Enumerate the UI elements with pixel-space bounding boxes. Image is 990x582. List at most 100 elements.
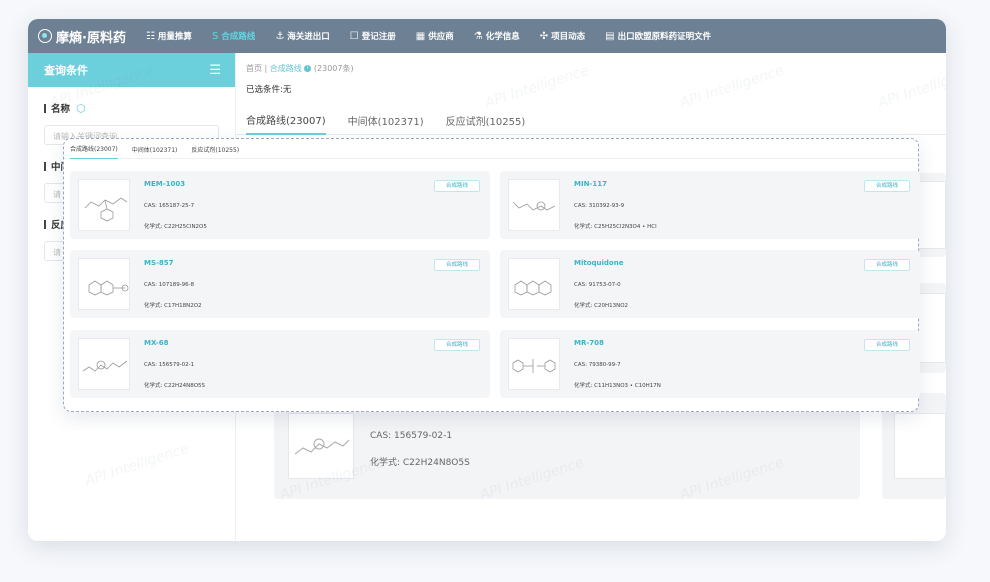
nav-label: 登记注册 xyxy=(361,32,396,42)
label-bar xyxy=(44,219,46,229)
result-count: (23007条) xyxy=(313,64,354,73)
results-popup: 合成路线(23007) 中间体(102371) 反应试剂(10255) MEM-… xyxy=(63,138,920,412)
anchor-icon: ⚓ xyxy=(275,30,285,42)
logo-text: 摩熵·原料药 xyxy=(56,30,126,46)
popup-tab-reagent[interactable]: 反应试剂(10255) xyxy=(191,139,239,159)
structure-thumbnail xyxy=(894,413,946,479)
popup-tabs: 合成路线(23007) 中间体(102371) 反应试剂(10255) xyxy=(64,139,918,159)
structure-thumbnail xyxy=(508,338,560,390)
register-icon: ☐ xyxy=(349,30,359,42)
structure-thumbnail xyxy=(508,258,560,310)
tab-intermediate[interactable]: 中间体(102371) xyxy=(348,105,424,135)
compound-formula: 化学式: C17H18N2O2 xyxy=(144,303,202,309)
synthesis-route-tag[interactable]: 合成路线 xyxy=(864,339,910,351)
nav-label: 用量推算 xyxy=(157,32,192,42)
menu-icon[interactable]: ☰ xyxy=(209,63,221,78)
popup-tab-intermediate[interactable]: 中间体(102371) xyxy=(132,139,178,159)
compound-cas: CAS: 91753-07-0 xyxy=(574,282,621,288)
main-tabs: 合成路线(23007) 中间体(102371) 反应试剂(10255) xyxy=(236,105,946,135)
route-icon: S xyxy=(211,30,219,42)
breadcrumb-home[interactable]: 首页 xyxy=(246,64,262,73)
compound-name[interactable]: MR-708 xyxy=(574,339,604,347)
structure-thumbnail xyxy=(78,338,130,390)
structure-thumbnail xyxy=(78,179,130,231)
field-label-name: 名称 ⬡ xyxy=(44,101,235,115)
compound-card[interactable]: MS-857 CAS: 107189-96-8 化学式: C17H18N2O2 … xyxy=(70,250,490,318)
tab-reagent[interactable]: 反应试剂(10255) xyxy=(446,105,526,135)
structure-thumbnail xyxy=(288,413,354,479)
nav-item-usage[interactable]: ☷ 用量推算 xyxy=(145,30,192,43)
structure-thumbnail xyxy=(78,258,130,310)
bg-card-formula: 化学式: C22H24N8O5S xyxy=(370,458,470,468)
bg-card-cas: CAS: 156579-02-1 xyxy=(370,431,453,441)
synthesis-route-tag[interactable]: 合成路线 xyxy=(434,259,480,271)
compound-card[interactable]: MR-708 CAS: 79380-99-7 化学式: C11H13NO3 • … xyxy=(500,330,920,398)
nav-label: 合成路线 xyxy=(221,32,256,42)
synthesis-route-tag[interactable]: 合成路线 xyxy=(434,339,480,351)
compound-formula: 化学式: C25H25Cl2N3O4 • HCl xyxy=(574,224,657,230)
nav-item-eu-docs[interactable]: ▤ 出口欧盟原料药证明文件 xyxy=(605,30,712,43)
compound-formula: 化学式: C22H24N8O5S xyxy=(144,383,206,389)
compound-name[interactable]: MS-857 xyxy=(144,259,174,267)
molecule-drawing xyxy=(88,280,129,296)
sidebar-header: 查询条件 ☰ xyxy=(28,53,235,87)
label-bar xyxy=(44,103,46,113)
compound-cas: CAS: 165187-25-7 xyxy=(144,203,195,209)
compound-cas: CAS: 79380-99-7 xyxy=(574,362,621,368)
breadcrumb-current: 合成路线 xyxy=(269,64,302,73)
calculator-icon: ☷ xyxy=(145,30,155,42)
molecule-drawing xyxy=(514,280,552,296)
nav-label: 供应商 xyxy=(428,32,454,42)
document-icon: ▤ xyxy=(605,30,615,42)
top-nav: 摩熵·原料药 ☷ 用量推算 S 合成路线 ⚓ 海关进出口 ☐ 登记注册 ▦ 供应商 ⚗ 化学… xyxy=(28,19,946,53)
nav-label: 出口欧盟原料药证明文件 xyxy=(617,32,712,42)
info-icon[interactable]: i xyxy=(304,65,312,72)
field-label-text: 名称 xyxy=(51,104,71,115)
compound-name[interactable]: MX-68 xyxy=(144,339,168,347)
structure-search-icon[interactable]: ⬡ xyxy=(76,102,86,115)
compound-name[interactable]: MEM-1003 xyxy=(144,180,185,188)
structure-thumbnail xyxy=(508,179,560,231)
compound-cas: CAS: 107189-96-8 xyxy=(144,282,195,288)
compound-formula: 化学式: C11H13NO3 • C10H17N xyxy=(574,383,661,389)
compound-card[interactable]: MIN-117 CAS: 310392-93-9 化学式: C25H25Cl2N… xyxy=(500,171,920,239)
nav-item-synthesis[interactable]: S 合成路线 xyxy=(211,30,256,43)
logo-icon xyxy=(38,29,52,43)
nav-item-customs[interactable]: ⚓ 海关进出口 xyxy=(275,30,330,43)
compound-name[interactable]: Mitoquidone xyxy=(574,259,623,267)
project-icon: ✣ xyxy=(539,30,549,42)
breadcrumb-separator: | xyxy=(264,64,268,73)
nav-item-chemical[interactable]: ⚗ 化学信息 xyxy=(473,30,520,43)
sidebar-title: 查询条件 xyxy=(44,64,88,77)
popup-tab-synthesis[interactable]: 合成路线(23007) xyxy=(70,139,118,159)
compound-formula: 化学式: C20H13NO2 xyxy=(574,303,629,309)
nav-label: 化学信息 xyxy=(485,32,520,42)
compound-cas: CAS: 156579-02-1 xyxy=(144,362,195,368)
breadcrumb: 首页 | 合成路线 i (23007条) xyxy=(246,63,946,74)
synthesis-route-tag[interactable]: 合成路线 xyxy=(434,180,480,192)
screenshot-stage: 摩熵·原料药 ☷ 用量推算 S 合成路线 ⚓ 海关进出口 ☐ 登记注册 ▦ 供应商 ⚗ 化学… xyxy=(0,0,990,582)
compound-card[interactable]: Mitoquidone CAS: 91753-07-0 化学式: C20H13N… xyxy=(500,250,920,318)
nav-item-registration[interactable]: ☐ 登记注册 xyxy=(349,30,396,43)
building-icon: ▦ xyxy=(415,30,426,42)
compound-name[interactable]: MIN-117 xyxy=(574,180,607,188)
app-logo[interactable]: 摩熵·原料药 xyxy=(38,27,126,46)
nav-label: 海关进出口 xyxy=(287,32,330,42)
compound-formula: 化学式: C22H25ClN2O5 xyxy=(144,224,207,230)
molecule-drawing xyxy=(294,438,350,455)
compound-card[interactable]: MX-68 CAS: 156579-02-1 化学式: C22H24N8O5S … xyxy=(70,330,490,398)
molecule-drawing xyxy=(512,359,556,373)
nav-item-supplier[interactable]: ▦ 供应商 xyxy=(415,30,454,43)
nav-label: 项目动态 xyxy=(551,32,586,42)
selected-conditions: 已选条件:无 xyxy=(246,85,292,95)
tab-synthesis[interactable]: 合成路线(23007) xyxy=(246,105,326,135)
synthesis-route-tag[interactable]: 合成路线 xyxy=(864,180,910,192)
compound-cas: CAS: 310392-93-9 xyxy=(574,203,625,209)
nav-item-projects[interactable]: ✣ 项目动态 xyxy=(539,30,586,43)
molecule-drawing xyxy=(82,360,128,372)
molecule-drawing xyxy=(512,201,556,211)
synthesis-route-tag[interactable]: 合成路线 xyxy=(864,259,910,271)
flask-icon: ⚗ xyxy=(473,30,483,42)
compound-card[interactable]: MEM-1003 CAS: 165187-25-7 化学式: C22H25ClN… xyxy=(70,171,490,239)
molecule-drawing xyxy=(84,197,128,222)
